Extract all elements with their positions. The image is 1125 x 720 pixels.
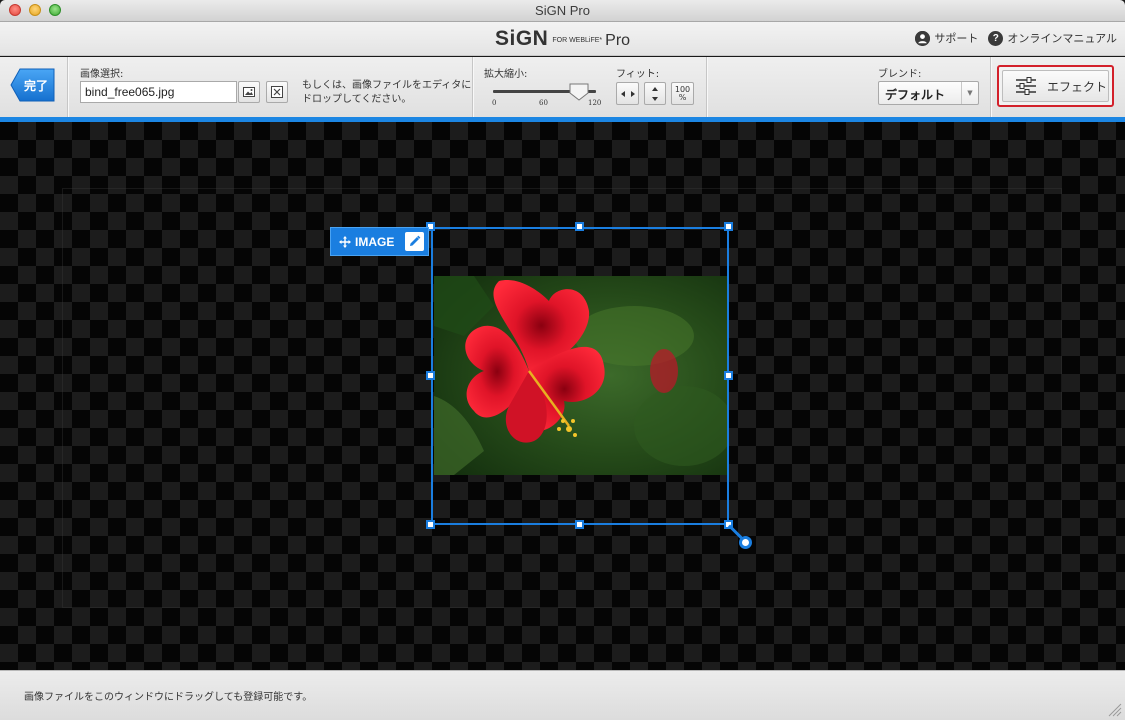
done-button-label: 完了 — [24, 79, 49, 93]
support-link-label: サポート — [934, 32, 979, 45]
zoom-slider-thumb[interactable] — [569, 83, 589, 101]
divider — [706, 57, 707, 117]
drop-hint-line-1: もしくは、画像ファイルをエディタに — [302, 80, 472, 91]
image-file-field[interactable]: bind_free065.jpg — [80, 81, 237, 103]
title-bar: SiGN Pro — [0, 0, 1125, 22]
online-manual-link[interactable]: ? オンラインマニュアル — [988, 30, 1117, 46]
status-bar: 画像ファイルをこのウィンドウにドラッグしても登録可能です。 — [0, 670, 1125, 720]
window-title: SiGN Pro — [535, 3, 590, 18]
resize-handle-right[interactable] — [724, 371, 733, 380]
actual-size-button[interactable]: 100 % — [671, 82, 694, 105]
image-icon — [243, 87, 255, 97]
toolbar: 完了 画像選択: bind_free065.jpg もしくは、画像ファイルをエデ… — [0, 57, 1125, 117]
fit-height-button[interactable] — [644, 82, 666, 105]
sliders-icon — [1016, 77, 1036, 95]
resize-handle-left[interactable] — [426, 371, 435, 380]
support-link[interactable]: サポート — [915, 30, 978, 46]
edit-layer-button[interactable] — [405, 232, 424, 251]
online-manual-link-label: オンラインマニュアル — [1007, 32, 1117, 45]
dropdown-arrow-icon: ▼ — [961, 82, 978, 104]
app-header: SiGN FOR WEBLiFE* Pro サポート ? オンラインマニュアル — [0, 22, 1125, 56]
drop-hint-line-2: ドロップしてください。 — [302, 94, 412, 105]
fit-label: フィット: — [616, 69, 660, 80]
fit-width-icon — [620, 90, 635, 97]
resize-handle-bottom-left[interactable] — [426, 520, 435, 529]
editor-canvas[interactable]: IMAGE — [0, 122, 1125, 670]
resize-handle-top-right[interactable] — [724, 222, 733, 231]
image-select-label: 画像選択: — [80, 69, 124, 80]
divider — [472, 57, 473, 117]
divider — [990, 57, 991, 117]
clear-icon — [271, 86, 283, 98]
logo-main: SiGN — [495, 27, 549, 50]
zoom-label: 拡大縮小: — [484, 69, 528, 80]
help-links: サポート ? オンラインマニュアル — [915, 30, 1117, 46]
fit-width-button[interactable] — [616, 82, 639, 105]
zoom-tick-mid: 60 — [539, 99, 548, 107]
hibiscus-photo[interactable] — [434, 276, 728, 475]
pencil-icon — [410, 235, 421, 246]
effect-button-label: エフェクト — [1047, 79, 1108, 94]
app-logo: SiGN FOR WEBLiFE* Pro — [495, 27, 630, 51]
done-button[interactable]: 完了 — [10, 68, 55, 102]
divider — [67, 57, 68, 117]
layer-tag[interactable]: IMAGE — [330, 227, 429, 256]
zoom-tick-max: 120 — [588, 99, 602, 107]
logo-small: FOR WEBLiFE* — [552, 37, 603, 44]
blend-mode-select[interactable]: デフォルト ▼ — [878, 81, 979, 105]
actual-size-percent: % — [678, 92, 687, 102]
status-message: 画像ファイルをこのウィンドウにドラッグしても登録可能です。 — [24, 692, 313, 703]
move-icon — [339, 235, 351, 248]
browse-image-button[interactable] — [238, 81, 260, 103]
effect-button[interactable]: エフェクト — [997, 65, 1114, 107]
resize-grip-icon[interactable] — [1108, 703, 1122, 717]
fit-height-icon — [652, 86, 658, 101]
question-icon: ? — [988, 30, 1004, 46]
layer-tag-label: IMAGE — [355, 234, 395, 249]
blend-label: ブレンド: — [878, 69, 922, 80]
person-icon — [915, 30, 931, 46]
clear-image-button[interactable] — [266, 81, 288, 103]
blend-mode-value: デフォルト — [885, 88, 946, 102]
logo-pro: Pro — [605, 32, 631, 49]
rotate-handle[interactable] — [739, 536, 752, 549]
resize-handle-top[interactable] — [575, 222, 584, 231]
zoom-tick-min: 0 — [492, 99, 497, 107]
resize-handle-bottom[interactable] — [575, 520, 584, 529]
drop-hint: もしくは、画像ファイルをエディタに ドロップしてください。 — [302, 79, 472, 107]
